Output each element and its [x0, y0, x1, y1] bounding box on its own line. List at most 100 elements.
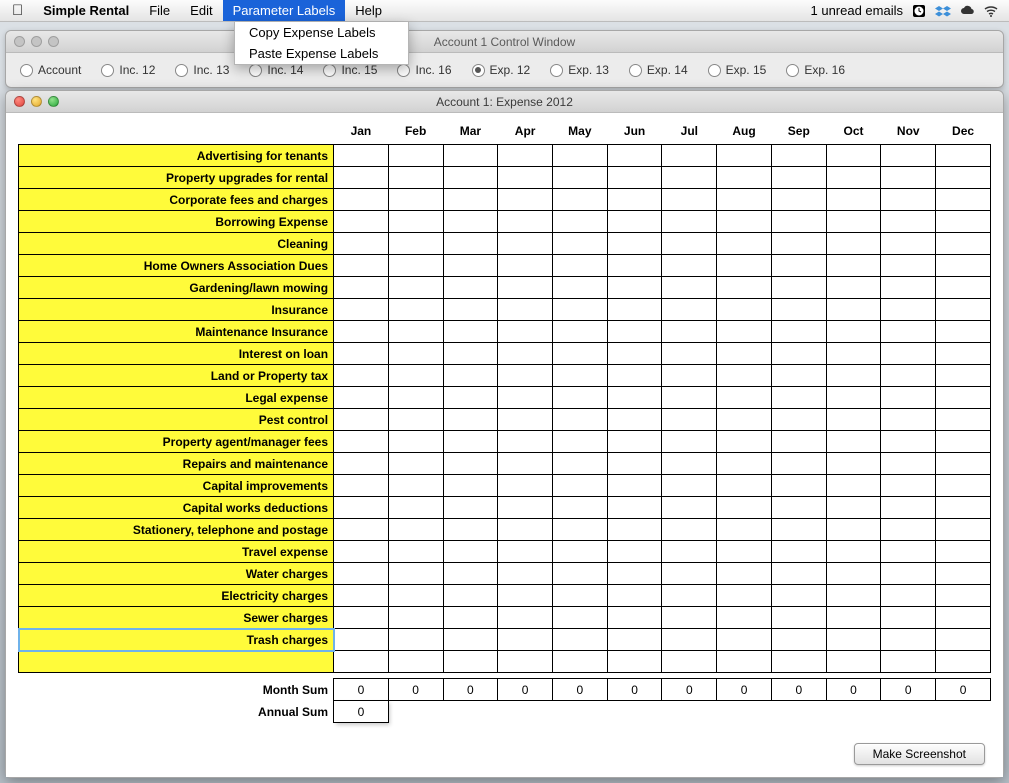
data-cell[interactable]: [498, 189, 553, 211]
data-cell[interactable]: [388, 409, 443, 431]
make-screenshot-button[interactable]: Make Screenshot: [854, 743, 985, 765]
data-cell[interactable]: [717, 585, 772, 607]
data-cell[interactable]: [607, 365, 662, 387]
row-label[interactable]: Corporate fees and charges: [19, 189, 334, 211]
data-cell[interactable]: [388, 365, 443, 387]
data-cell[interactable]: [936, 519, 991, 541]
data-cell[interactable]: [936, 233, 991, 255]
data-cell[interactable]: [717, 189, 772, 211]
radio-exp-14[interactable]: Exp. 14: [621, 63, 696, 77]
data-cell[interactable]: [443, 475, 498, 497]
data-cell[interactable]: [607, 211, 662, 233]
data-cell[interactable]: [498, 475, 553, 497]
data-cell[interactable]: [388, 607, 443, 629]
data-cell[interactable]: [771, 277, 826, 299]
data-cell[interactable]: [936, 145, 991, 167]
data-cell[interactable]: [388, 651, 443, 673]
radio-account[interactable]: Account: [12, 63, 89, 77]
row-label[interactable]: Advertising for tenants: [19, 145, 334, 167]
data-cell[interactable]: [607, 409, 662, 431]
data-cell[interactable]: [498, 145, 553, 167]
row-label[interactable]: Stationery, telephone and postage: [19, 519, 334, 541]
data-cell[interactable]: [662, 365, 717, 387]
data-cell[interactable]: [334, 189, 389, 211]
row-label[interactable]: Capital improvements: [19, 475, 334, 497]
data-cell[interactable]: [717, 277, 772, 299]
row-label[interactable]: Sewer charges: [19, 607, 334, 629]
data-cell[interactable]: [607, 585, 662, 607]
row-label[interactable]: [19, 651, 334, 673]
data-cell[interactable]: [552, 277, 607, 299]
row-label[interactable]: Maintenance Insurance: [19, 321, 334, 343]
data-cell[interactable]: [881, 453, 936, 475]
data-cell[interactable]: [662, 651, 717, 673]
data-cell[interactable]: [662, 277, 717, 299]
data-cell[interactable]: [881, 409, 936, 431]
data-cell[interactable]: [662, 167, 717, 189]
data-cell[interactable]: [498, 541, 553, 563]
data-cell[interactable]: [936, 255, 991, 277]
row-label[interactable]: Travel expense: [19, 541, 334, 563]
data-cell[interactable]: [334, 365, 389, 387]
data-cell[interactable]: [388, 387, 443, 409]
row-label[interactable]: Borrowing Expense: [19, 211, 334, 233]
cloud-icon[interactable]: [959, 3, 975, 19]
row-label[interactable]: Property upgrades for rental: [19, 167, 334, 189]
data-cell[interactable]: [607, 321, 662, 343]
row-label[interactable]: Legal expense: [19, 387, 334, 409]
data-cell[interactable]: [552, 629, 607, 651]
data-cell[interactable]: [498, 387, 553, 409]
data-cell[interactable]: [552, 167, 607, 189]
zoom-icon[interactable]: [48, 36, 59, 47]
data-cell[interactable]: [552, 233, 607, 255]
data-cell[interactable]: [936, 299, 991, 321]
data-cell[interactable]: [552, 365, 607, 387]
data-cell[interactable]: [826, 167, 881, 189]
data-cell[interactable]: [771, 497, 826, 519]
data-cell[interactable]: [498, 563, 553, 585]
data-cell[interactable]: [771, 519, 826, 541]
radio-exp-16[interactable]: Exp. 16: [778, 63, 853, 77]
data-cell[interactable]: [881, 189, 936, 211]
data-cell[interactable]: [552, 255, 607, 277]
data-cell[interactable]: [498, 299, 553, 321]
data-cell[interactable]: [443, 563, 498, 585]
data-cell[interactable]: [936, 167, 991, 189]
data-cell[interactable]: [607, 387, 662, 409]
data-cell[interactable]: [717, 365, 772, 387]
data-cell[interactable]: [443, 299, 498, 321]
data-cell[interactable]: [717, 541, 772, 563]
data-cell[interactable]: [826, 365, 881, 387]
data-cell[interactable]: [826, 277, 881, 299]
data-cell[interactable]: [552, 145, 607, 167]
data-cell[interactable]: [662, 233, 717, 255]
data-cell[interactable]: [717, 255, 772, 277]
data-cell[interactable]: [498, 629, 553, 651]
data-cell[interactable]: [388, 255, 443, 277]
data-cell[interactable]: [498, 277, 553, 299]
menu-help[interactable]: Help: [345, 0, 392, 21]
data-cell[interactable]: [826, 321, 881, 343]
data-cell[interactable]: [936, 563, 991, 585]
data-cell[interactable]: [826, 651, 881, 673]
expense-window-titlebar[interactable]: Account 1: Expense 2012: [6, 91, 1003, 113]
data-cell[interactable]: [771, 233, 826, 255]
data-cell[interactable]: [607, 541, 662, 563]
data-cell[interactable]: [881, 211, 936, 233]
data-cell[interactable]: [771, 321, 826, 343]
data-cell[interactable]: [771, 453, 826, 475]
data-cell[interactable]: [662, 585, 717, 607]
data-cell[interactable]: [936, 651, 991, 673]
data-cell[interactable]: [771, 475, 826, 497]
data-cell[interactable]: [552, 387, 607, 409]
data-cell[interactable]: [717, 607, 772, 629]
data-cell[interactable]: [334, 167, 389, 189]
data-cell[interactable]: [771, 409, 826, 431]
data-cell[interactable]: [881, 167, 936, 189]
data-cell[interactable]: [607, 167, 662, 189]
data-cell[interactable]: [662, 189, 717, 211]
data-cell[interactable]: [334, 255, 389, 277]
data-cell[interactable]: [388, 497, 443, 519]
data-cell[interactable]: [936, 321, 991, 343]
data-cell[interactable]: [607, 299, 662, 321]
